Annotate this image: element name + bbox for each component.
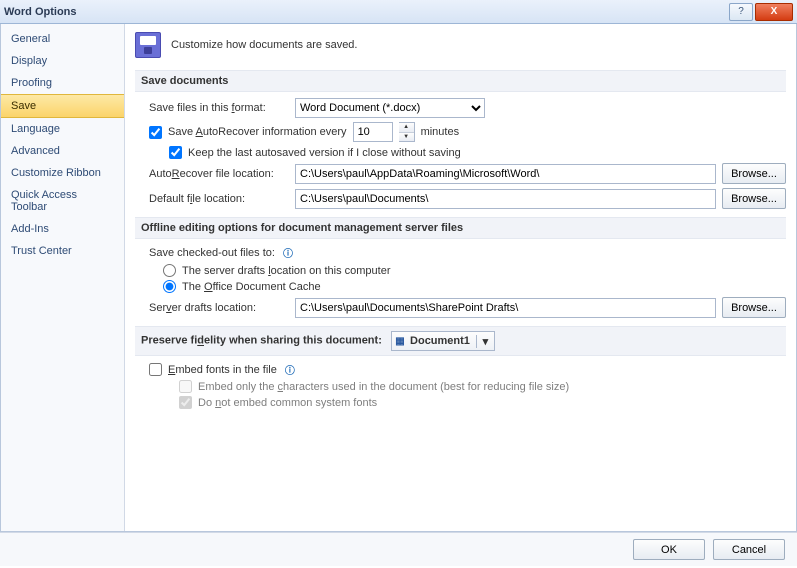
- keep-last-label: Keep the last autosaved version if I clo…: [188, 147, 461, 159]
- window-title: Word Options: [4, 6, 77, 18]
- sidebar-item-language[interactable]: Language: [1, 118, 124, 140]
- help-button[interactable]: ?: [729, 3, 753, 21]
- spinner-down-icon[interactable]: ▼: [399, 133, 414, 142]
- sidebar-item-save[interactable]: Save: [1, 94, 124, 118]
- chevron-down-icon: ▾: [476, 335, 494, 348]
- server-drafts-radio-label: The server drafts location on this compu…: [182, 265, 391, 277]
- dialog-footer: OK Cancel: [0, 532, 797, 566]
- embed-fonts-checkbox[interactable]: [149, 363, 162, 376]
- fidelity-document-name: Document1: [408, 335, 476, 347]
- fidelity-document-select[interactable]: ▦ Document1 ▾: [391, 331, 495, 351]
- embed-subset-checkbox: [179, 380, 192, 393]
- office-cache-radio[interactable]: [163, 280, 176, 293]
- skip-system-fonts-checkbox: [179, 396, 192, 409]
- main-panel: Customize how documents are saved. Save …: [125, 24, 796, 531]
- server-drafts-radio[interactable]: [163, 264, 176, 277]
- sidebar-item-add-ins[interactable]: Add-Ins: [1, 218, 124, 240]
- sidebar-item-trust-center[interactable]: Trust Center: [1, 240, 124, 262]
- section-save-documents: Save documents: [135, 70, 786, 92]
- autorecover-minutes-input[interactable]: [353, 122, 393, 142]
- autorecover-checkbox[interactable]: [149, 126, 162, 139]
- save-format-select[interactable]: Word Document (*.docx): [295, 98, 485, 118]
- default-location-label: Default file location:: [149, 193, 289, 205]
- browse-drafts-button[interactable]: Browse...: [722, 297, 786, 318]
- sidebar-item-customize-ribbon[interactable]: Customize Ribbon: [1, 162, 124, 184]
- sidebar-item-proofing[interactable]: Proofing: [1, 72, 124, 94]
- embed-subset-label: Embed only the characters used in the do…: [198, 381, 569, 393]
- save-disk-icon: [135, 32, 161, 58]
- autorecover-location-label: AutoRecover file location:: [149, 168, 289, 180]
- embed-fonts-label: Embed fonts in the file: [168, 364, 277, 376]
- sidebar-item-advanced[interactable]: Advanced: [1, 140, 124, 162]
- autorecover-label: Save AutoRecover information every: [168, 126, 347, 138]
- sidebar-item-quick-access-toolbar[interactable]: Quick Access Toolbar: [1, 184, 124, 218]
- server-drafts-location-input[interactable]: [295, 298, 716, 318]
- section-offline: Offline editing options for document man…: [135, 217, 786, 239]
- browse-default-button[interactable]: Browse...: [722, 188, 786, 209]
- minutes-spinner[interactable]: ▲▼: [399, 122, 415, 142]
- save-format-label: Save files in this format:: [149, 102, 289, 114]
- section-fidelity: Preserve fidelity when sharing this docu…: [135, 326, 786, 356]
- minutes-label: minutes: [421, 126, 460, 138]
- ok-button[interactable]: OK: [633, 539, 705, 560]
- intro-text: Customize how documents are saved.: [171, 39, 357, 51]
- info-icon[interactable]: ⓘ: [285, 362, 295, 377]
- autorecover-location-input[interactable]: [295, 164, 716, 184]
- office-cache-radio-label: The Office Document Cache: [182, 281, 321, 293]
- close-button[interactable]: X: [755, 3, 793, 21]
- cancel-button[interactable]: Cancel: [713, 539, 785, 560]
- spinner-up-icon[interactable]: ▲: [399, 123, 414, 133]
- save-checked-out-label: Save checked-out files to:: [149, 247, 275, 259]
- word-doc-icon: ▦: [392, 336, 408, 347]
- server-drafts-location-label: Server drafts location:: [149, 302, 289, 314]
- info-icon[interactable]: ⓘ: [283, 245, 293, 260]
- browse-autorecover-button[interactable]: Browse...: [722, 163, 786, 184]
- skip-system-fonts-label: Do not embed common system fonts: [198, 397, 377, 409]
- sidebar-item-display[interactable]: Display: [1, 50, 124, 72]
- keep-last-checkbox[interactable]: [169, 146, 182, 159]
- intro-row: Customize how documents are saved.: [135, 32, 786, 58]
- default-location-input[interactable]: [295, 189, 716, 209]
- sidebar-item-general[interactable]: General: [1, 28, 124, 50]
- titlebar: Word Options ? X: [0, 0, 797, 24]
- sidebar: GeneralDisplayProofingSaveLanguageAdvanc…: [1, 24, 125, 531]
